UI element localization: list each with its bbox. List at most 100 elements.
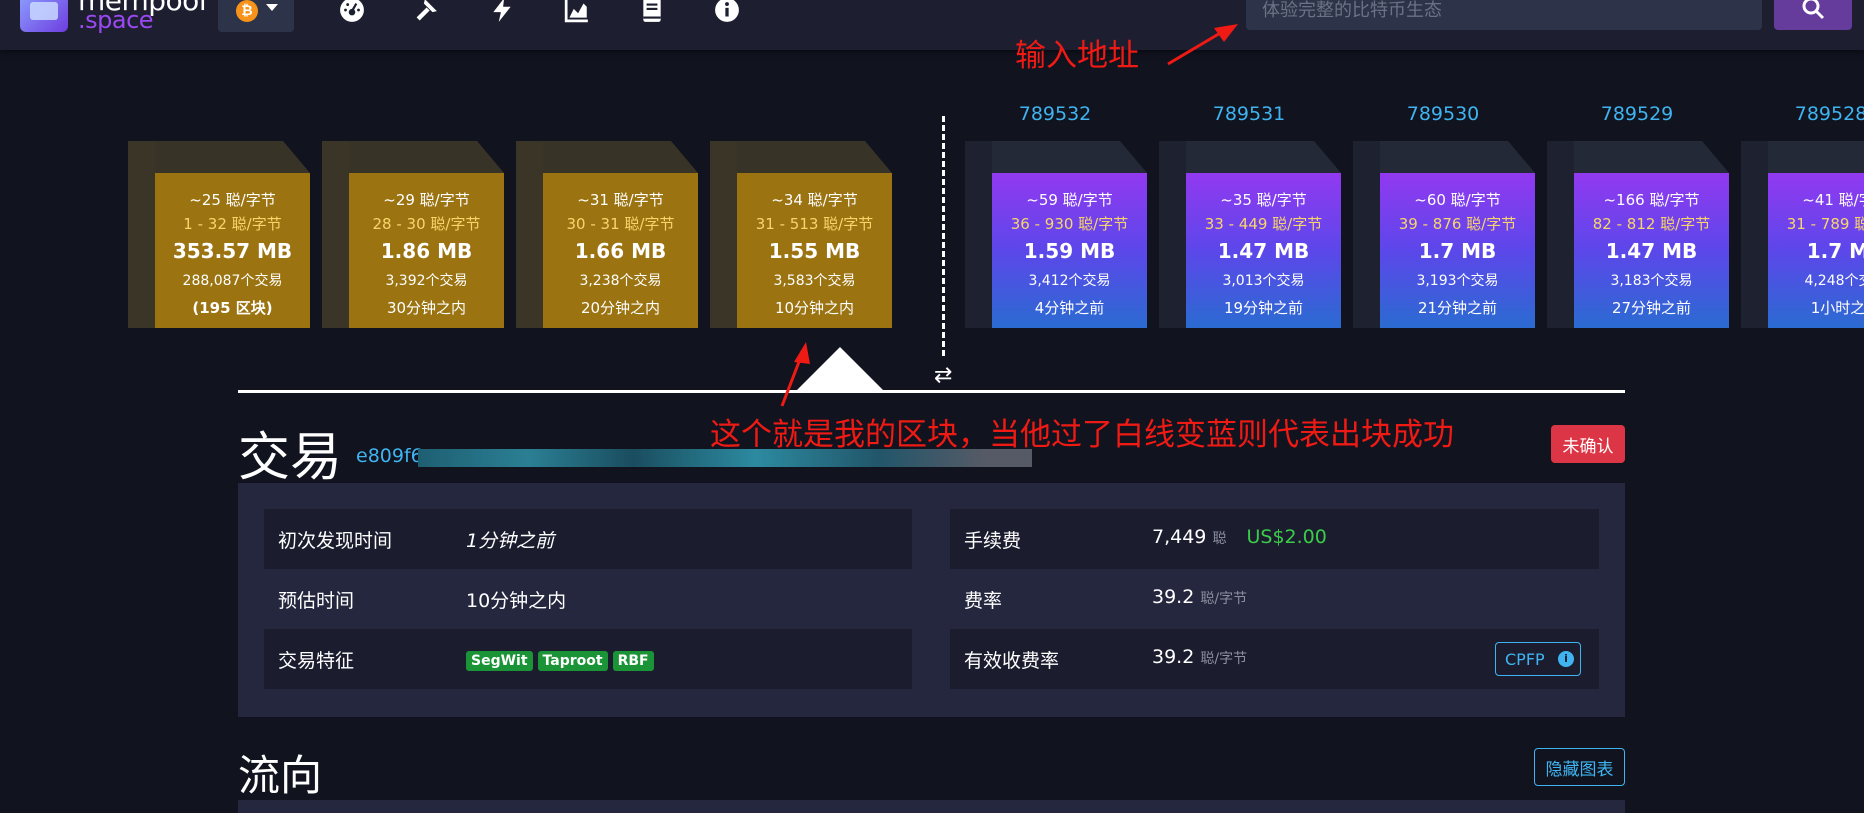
mined-block[interactable]: ~41 聪/字节 31 - 789 聪/字节 1.7 MB 4,248个交易 1… xyxy=(1741,141,1864,328)
fee-usd: US$2.00 xyxy=(1246,526,1327,548)
fee-label: 手续费 xyxy=(964,530,1022,552)
block-tx-count: 3,013个交易 xyxy=(1222,273,1305,289)
block-tx-count: 3,238个交易 xyxy=(579,273,662,289)
block-fee-range: 31 - 513 聪/字节 xyxy=(755,215,874,233)
txid-redacted xyxy=(418,449,1032,467)
block-tx-count: 3,583个交易 xyxy=(773,273,856,289)
mined-block[interactable]: ~35 聪/字节 33 - 449 聪/字节 1.47 MB 3,013个交易 … xyxy=(1159,141,1341,328)
block-size: 1.47 MB xyxy=(1217,239,1310,263)
annotation-block-note: 这个就是我的区块，当他过了白线变蓝则代表出块成功 xyxy=(710,417,1454,453)
block-eta: 20分钟之内 xyxy=(580,299,661,317)
block-eta: 10分钟之内 xyxy=(774,299,855,317)
feerate-value: 39.2 xyxy=(1152,586,1195,608)
about-icon[interactable] xyxy=(714,0,740,23)
annotation-arrow-block xyxy=(780,342,810,407)
search-button[interactable] xyxy=(1774,0,1852,30)
block-size: 1.59 MB xyxy=(1023,239,1116,263)
page-title: 交易 xyxy=(238,428,343,488)
graphs-icon[interactable] xyxy=(564,0,590,23)
block-tx-count: 3,183个交易 xyxy=(1610,273,1693,289)
block-time: 27分钟之前 xyxy=(1611,299,1692,317)
transaction-details-panel: 初次发现时间 1分钟之前 预估时间 10分钟之内 交易特征 SegWit Tapr… xyxy=(238,483,1625,717)
block-tx-count: 4,248个交易 xyxy=(1804,273,1864,289)
top-navbar: mempool .space ₿ xyxy=(0,0,1864,50)
block-tx-count: 3,412个交易 xyxy=(1028,273,1111,289)
eta-label: 预估时间 xyxy=(278,590,355,612)
fee-unit: 聪 xyxy=(1212,531,1227,547)
cpfp-label: CPFP xyxy=(1505,649,1545,669)
mempool-block[interactable]: ~25 聪/字节 1 - 32 聪/字节 353.57 MB 288,087个交… xyxy=(128,141,310,328)
eff-feerate-label: 有效收费率 xyxy=(964,650,1060,672)
mined-block[interactable]: ~60 聪/字节 39 - 876 聪/字节 1.7 MB 3,193个交易 2… xyxy=(1353,141,1535,328)
annotation-search-note: 输入地址 xyxy=(1015,38,1139,74)
eta-value: 10分钟之内 xyxy=(466,590,567,612)
feature-badge-rbf[interactable]: RBF xyxy=(612,651,654,671)
dashboard-icon[interactable] xyxy=(339,0,365,23)
eff-feerate-unit: 聪/字节 xyxy=(1200,651,1248,667)
block-tx-count: 3,193个交易 xyxy=(1416,273,1499,289)
search-input[interactable] xyxy=(1246,0,1762,30)
block-tx-count: 3,392个交易 xyxy=(385,273,468,289)
mempool-divider xyxy=(942,116,945,356)
features-label: 交易特征 xyxy=(278,650,355,672)
feature-badge-taproot[interactable]: Taproot xyxy=(537,651,608,671)
status-badge: 未确认 xyxy=(1551,425,1625,463)
flow-panel xyxy=(238,800,1625,813)
detail-row-fee: 手续费 7,449 聪 US$2.00 xyxy=(950,509,1599,569)
eff-feerate-value: 39.2 xyxy=(1152,646,1195,668)
block-size: 1.7 MB xyxy=(1418,239,1497,263)
block-height-link[interactable]: 789530 xyxy=(1352,103,1534,125)
feerate-value-group: 39.2 聪/字节 xyxy=(1152,586,1247,608)
block-time: 21分钟之前 xyxy=(1417,299,1498,317)
block-fee-median: ~34 聪/字节 xyxy=(771,191,858,209)
block-fee-range: 36 - 930 聪/字节 xyxy=(1010,215,1129,233)
block-eta: 30分钟之内 xyxy=(386,299,467,317)
block-time: 4分钟之前 xyxy=(1034,299,1105,317)
flow-section-title: 流向 xyxy=(238,751,323,800)
feature-badge-segwit[interactable]: SegWit xyxy=(466,651,533,671)
white-line-separator xyxy=(238,390,1625,393)
block-fee-range: 33 - 449 聪/字节 xyxy=(1204,215,1323,233)
block-time: 1小时之前 xyxy=(1810,299,1864,317)
block-height-link[interactable]: 789528 xyxy=(1740,103,1864,125)
mempool-logo-icon[interactable] xyxy=(20,0,68,32)
mempool-block[interactable]: ~29 聪/字节 28 - 30 聪/字节 1.86 MB 3,392个交易 3… xyxy=(322,141,504,328)
mined-block[interactable]: ~166 聪/字节 82 - 812 聪/字节 1.47 MB 3,183个交易… xyxy=(1547,141,1729,328)
lightning-icon[interactable] xyxy=(489,0,515,23)
detail-row-first-seen: 初次发现时间 1分钟之前 xyxy=(264,509,912,569)
eff-feerate-value-group: 39.2 聪/字节 xyxy=(1152,646,1247,668)
mempool-block[interactable]: ~31 聪/字节 30 - 31 聪/字节 1.66 MB 3,238个交易 2… xyxy=(516,141,698,328)
swap-direction-icon[interactable]: ⇄ xyxy=(934,363,952,388)
cpfp-button[interactable]: CPFP i xyxy=(1495,642,1581,676)
feerate-label: 费率 xyxy=(964,590,1003,612)
logo-text-space[interactable]: .space xyxy=(78,6,154,34)
detail-row-feerate: 费率 39.2 聪/字节 xyxy=(950,569,1599,629)
block-fee-median: ~60 聪/字节 xyxy=(1414,191,1501,209)
hide-chart-button[interactable]: 隐藏图表 xyxy=(1534,748,1625,786)
block-fee-range: 28 - 30 聪/字节 xyxy=(372,215,481,233)
block-eta: (195 区块) xyxy=(192,299,273,317)
block-fee-median: ~31 聪/字节 xyxy=(577,191,664,209)
block-height-link[interactable]: 789529 xyxy=(1546,103,1728,125)
feerate-unit: 聪/字节 xyxy=(1200,591,1248,607)
mined-block[interactable]: ~59 聪/字节 36 - 930 聪/字节 1.59 MB 3,412个交易 … xyxy=(965,141,1147,328)
block-height-link[interactable]: 789532 xyxy=(964,103,1146,125)
block-fee-range: 30 - 31 聪/字节 xyxy=(566,215,675,233)
mining-icon[interactable] xyxy=(413,0,439,23)
block-fee-median: ~29 聪/字节 xyxy=(383,191,470,209)
block-size: 353.57 MB xyxy=(172,239,293,263)
block-fee-range: 82 - 812 聪/字节 xyxy=(1592,215,1711,233)
first-seen-label: 初次发现时间 xyxy=(278,530,393,552)
block-size: 1.7 MB xyxy=(1806,239,1864,263)
docs-icon[interactable] xyxy=(639,0,665,23)
block-size: 1.47 MB xyxy=(1605,239,1698,263)
annotation-arrow-search xyxy=(1167,24,1238,66)
block-height-link[interactable]: 789531 xyxy=(1158,103,1340,125)
block-fee-range: 31 - 789 聪/字节 xyxy=(1786,215,1864,233)
mempool-block-current-tx[interactable]: ~34 聪/字节 31 - 513 聪/字节 1.55 MB 3,583个交易 … xyxy=(710,141,892,328)
first-seen-value: 1分钟之前 xyxy=(466,530,555,552)
fee-value-group: 7,449 聪 US$2.00 xyxy=(1152,526,1327,548)
block-fee-median: ~41 聪/字节 xyxy=(1802,191,1864,209)
chevron-down-icon xyxy=(266,4,278,11)
block-fee-median: ~25 聪/字节 xyxy=(189,191,276,209)
